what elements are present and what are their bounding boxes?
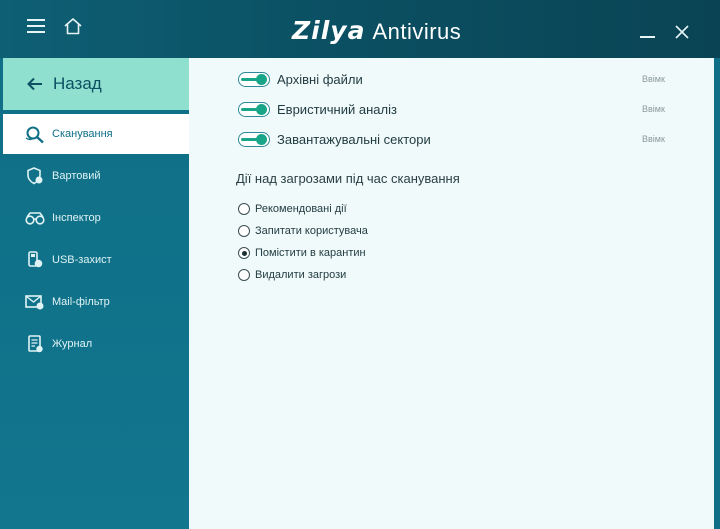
- radio-label: Запитати користувача: [255, 225, 368, 237]
- toggle-row-boot-sectors: Завантажувальні сектори Ввімк: [238, 129, 678, 149]
- sidebar-item-scan[interactable]: Сканування: [3, 114, 189, 154]
- radio-button[interactable]: [238, 269, 250, 281]
- window-edge: [714, 58, 720, 529]
- home-icon[interactable]: [63, 17, 83, 35]
- archives-toggle[interactable]: [238, 71, 270, 87]
- scan-icon: [24, 124, 46, 144]
- usb-shield-icon: [24, 250, 46, 270]
- app-title: Zilya Antivirus: [292, 16, 461, 46]
- sidebar-item-label: Вартовий: [52, 170, 101, 182]
- sidebar: Назад Сканування Вартовий Інспектор USB-…: [0, 58, 189, 529]
- threat-actions-title: Дії над загрозами під час сканування: [236, 171, 460, 186]
- toggle-label: Архівні файли: [277, 71, 363, 87]
- radio-label: Помістити в карантин: [255, 247, 366, 259]
- toggle-row-heuristic: Евристичний аналіз Ввімк: [238, 99, 678, 119]
- radio-button[interactable]: [238, 225, 250, 237]
- toggle-label: Завантажувальні сектори: [277, 131, 431, 147]
- back-button[interactable]: Назад: [3, 58, 189, 110]
- close-icon[interactable]: [674, 24, 690, 40]
- journal-icon: [24, 334, 46, 354]
- sidebar-item-label: USB-захист: [52, 254, 112, 266]
- boot-sectors-toggle[interactable]: [238, 131, 270, 147]
- back-button-label: Назад: [53, 74, 102, 93]
- minimize-icon[interactable]: [640, 22, 656, 38]
- toggle-label: Евристичний аналіз: [277, 101, 397, 117]
- sidebar-item-label: Інспектор: [52, 212, 101, 224]
- app-product-name: Antivirus: [372, 19, 462, 44]
- sidebar-item-label: Mail-фільтр: [52, 296, 110, 308]
- sidebar-item-label: Сканування: [52, 128, 113, 140]
- heuristic-toggle[interactable]: [238, 101, 270, 117]
- sidebar-item-mail[interactable]: Mail-фільтр: [3, 282, 189, 322]
- toggle-state: Ввімк: [642, 134, 665, 144]
- sidebar-item-label: Журнал: [52, 338, 93, 350]
- radio-recommended[interactable]: Рекомендовані дії: [238, 201, 347, 217]
- radio-label: Рекомендовані дії: [255, 203, 347, 215]
- settings-panel: Архівні файли Ввімк Евристичний аналіз В…: [189, 58, 714, 529]
- radio-button[interactable]: [238, 203, 250, 215]
- radio-delete[interactable]: Видалити загрози: [238, 267, 346, 283]
- inspector-binoculars-icon: [24, 208, 46, 228]
- radio-button-selected[interactable]: [238, 247, 250, 259]
- toggle-row-archives: Архівні файли Ввімк: [238, 69, 678, 89]
- menu-icon[interactable]: [27, 17, 45, 33]
- sidebar-item-journal[interactable]: Журнал: [3, 324, 189, 364]
- app-logo: Zilya: [292, 16, 366, 45]
- toggle-state: Ввімк: [642, 104, 665, 114]
- radio-ask-user[interactable]: Запитати користувача: [238, 223, 368, 239]
- guard-shield-icon: [24, 166, 46, 186]
- title-bar: Zilya Antivirus: [0, 0, 720, 58]
- sidebar-item-usb[interactable]: USB-захист: [3, 240, 189, 280]
- mail-filter-icon: [24, 292, 46, 312]
- radio-label: Видалити загрози: [255, 269, 347, 281]
- arrow-left-icon: [27, 77, 42, 91]
- sidebar-item-guard[interactable]: Вартовий: [3, 156, 189, 196]
- toggle-state: Ввімк: [642, 74, 665, 84]
- radio-quarantine[interactable]: Помістити в карантин: [238, 245, 366, 261]
- sidebar-item-inspector[interactable]: Інспектор: [3, 198, 189, 238]
